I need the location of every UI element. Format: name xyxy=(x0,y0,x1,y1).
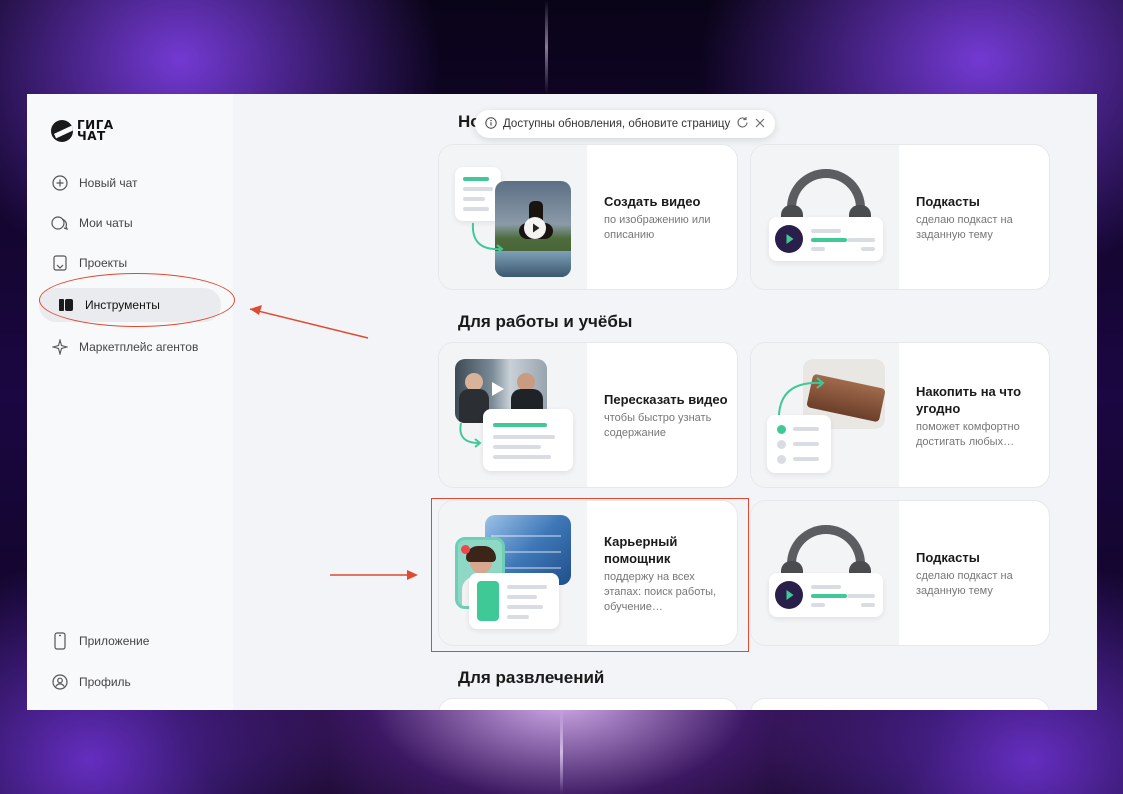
annotation-arrow-tools xyxy=(249,305,369,339)
annotation-arrow-career xyxy=(330,570,418,580)
annotation-arrows xyxy=(249,305,418,580)
